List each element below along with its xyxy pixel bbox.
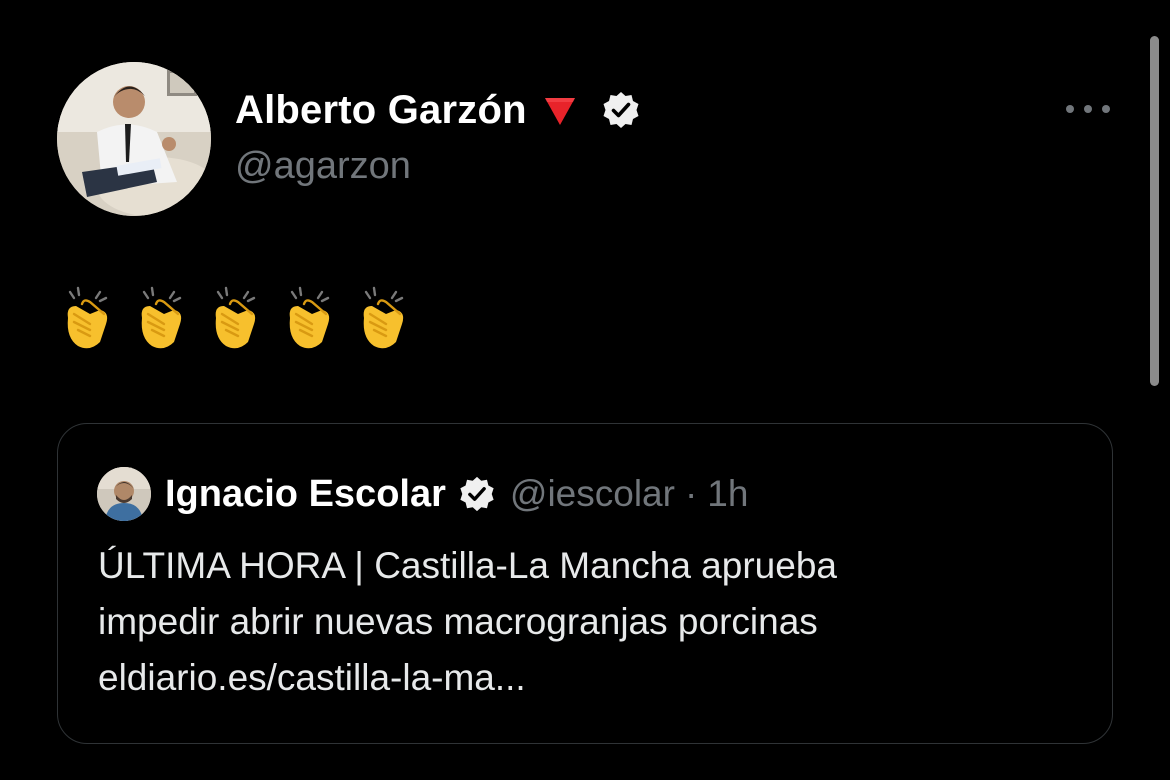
verified-badge-icon bbox=[460, 476, 494, 512]
more-options-button[interactable] bbox=[1066, 96, 1110, 122]
quoted-author-avatar[interactable] bbox=[97, 467, 151, 521]
quoted-author-name[interactable]: Ignacio Escolar bbox=[165, 473, 446, 516]
clapping-hands-icon: 👏 bbox=[363, 286, 404, 349]
red-triangle-icon bbox=[544, 98, 575, 125]
clapping-hands-icon: 👏 bbox=[141, 286, 182, 349]
more-options-icon bbox=[1066, 105, 1074, 113]
clapping-hands-icon: 👏 bbox=[289, 286, 330, 349]
scrollbar-thumb[interactable] bbox=[1150, 36, 1159, 386]
clapping-hands-icon: 👏 bbox=[215, 286, 256, 349]
timestamp-separator: · bbox=[684, 473, 698, 514]
quoted-author-handle[interactable]: @iescolar bbox=[510, 473, 675, 515]
more-options-icon-dot bbox=[1084, 105, 1092, 113]
quoted-tweet-text: ÚLTIMA HORA | Castilla-La Mancha aprueba… bbox=[98, 538, 1088, 706]
author-name-row: Alberto Garzón bbox=[235, 82, 641, 138]
quoted-text-line: ÚLTIMA HORA | Castilla-La Mancha aprueba bbox=[98, 545, 837, 586]
tweet-text: 👏 👏 👏 bbox=[60, 284, 412, 352]
author-name[interactable]: Alberto Garzón bbox=[235, 88, 527, 133]
quoted-link[interactable]: eldiario.es/castilla-la-ma... bbox=[98, 650, 1088, 706]
quoted-timestamp[interactable]: 1h bbox=[707, 473, 748, 515]
tweet: Alberto Garzón @agarzon 👏 👏 bbox=[0, 0, 1170, 780]
quoted-text-line: impedir abrir nuevas macrogranjas porcin… bbox=[98, 601, 818, 642]
author-handle[interactable]: @agarzon bbox=[235, 145, 411, 188]
clapping-hands-icon: 👏 bbox=[67, 286, 108, 349]
quoted-tweet-card[interactable]: Ignacio Escolar @iescolar · 1h ÚLTIMA HO… bbox=[57, 423, 1113, 744]
more-options-icon-dot bbox=[1102, 105, 1110, 113]
author-avatar[interactable] bbox=[57, 62, 211, 216]
quoted-tweet-header: Ignacio Escolar @iescolar · 1h bbox=[97, 464, 748, 524]
verified-badge-icon bbox=[603, 92, 639, 128]
